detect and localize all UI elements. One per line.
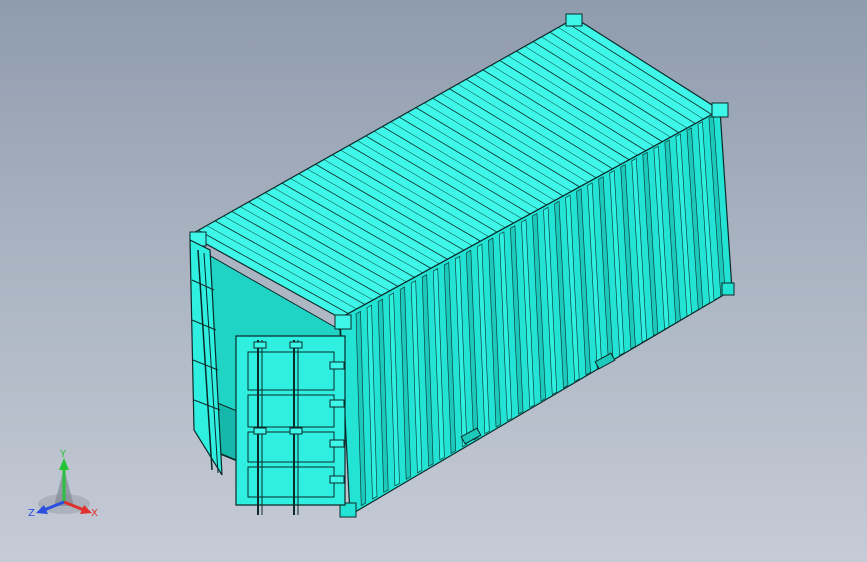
shipping-container-3d[interactable]	[188, 13, 735, 518]
corner-casting-far-top	[565, 13, 583, 27]
cad-viewport[interactable]: Y X Z	[0, 0, 867, 562]
z-axis-label: Z	[28, 508, 35, 519]
corner-casting-rear-bottom	[721, 282, 735, 296]
container-door-right[interactable]	[235, 335, 346, 515]
corner-casting-front-top	[334, 314, 352, 330]
corner-casting-rear-top	[711, 102, 729, 118]
container-model[interactable]	[0, 0, 867, 562]
axis-triad: Y X Z	[28, 449, 98, 519]
x-axis-label: X	[91, 508, 98, 519]
y-axis-label: Y	[59, 449, 67, 460]
